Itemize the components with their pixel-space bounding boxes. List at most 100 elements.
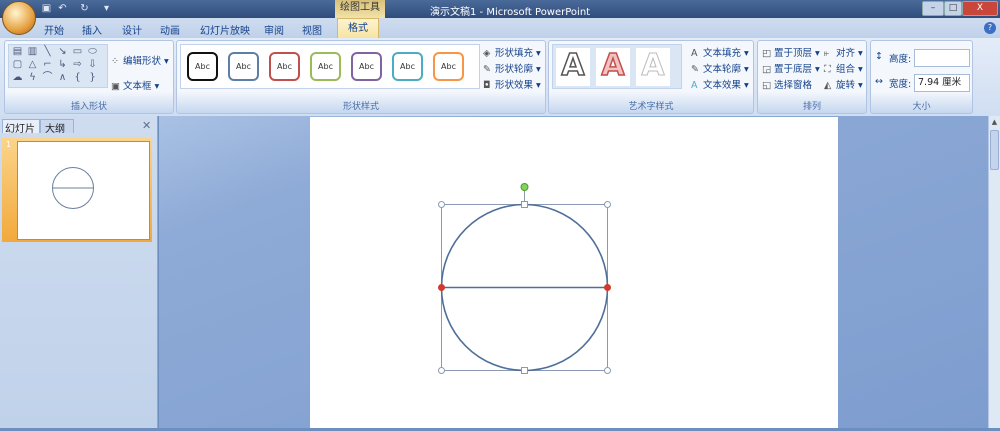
height-input[interactable] [914,49,970,67]
shape-style-7[interactable]: Abc [433,52,464,81]
resize-handle-sw[interactable] [438,367,445,374]
left-brace-icon[interactable]: { [72,73,83,83]
customize-toolbar-icon[interactable]: ▾ [100,3,113,15]
selected-circle-shape[interactable] [310,117,838,428]
shape-style-4[interactable]: Abc [310,52,341,81]
textbox-shape-icon[interactable]: ▤ [12,47,23,57]
text-fill-button[interactable]: A 文本填充 ▾ [691,45,749,59]
text-outline-button[interactable]: ✎ 文本轮廓 ▾ [691,61,749,75]
oval-icon[interactable]: ⬭ [87,47,98,57]
group-shape-styles: Abc Abc Abc Abc Abc Abc Abc ◈ 形状填充 ▾ ✎ 形状轮廓 ▾ ◘ 形… [176,40,546,114]
slide-canvas[interactable] [310,117,838,428]
tab-outline[interactable]: 大纲 [40,119,74,135]
shape-style-2[interactable]: Abc [228,52,259,81]
wordart-style-3[interactable]: A [636,48,670,86]
bring-front-label: 置于顶层 [774,48,813,59]
vertical-scrollbar[interactable]: ▲ [988,116,1000,428]
text-box-icon: ▣ [111,81,120,92]
edit-points-icon: ⁘ [111,56,119,67]
resize-handle-ne[interactable] [604,201,611,208]
lightning-icon[interactable]: ϟ [27,73,38,83]
shape-effects-label: 形状效果 [495,80,534,91]
shape-fill-label: 形状填充 [495,48,534,59]
wordart-gallery[interactable]: A A A [552,44,682,89]
shape-style-6[interactable]: Abc [392,52,423,81]
tab-animation[interactable]: 动画 [160,22,180,37]
resize-handle-nw[interactable] [438,201,445,208]
shape-outline-button[interactable]: ✎ 形状轮廓 ▾ [483,61,541,75]
vertical-textbox-icon[interactable]: ▥ [27,47,38,57]
line-icon[interactable]: ╲ [42,47,53,57]
tab-slideshow[interactable]: 幻灯片放映 [200,22,250,37]
wordart-style-2[interactable]: A [596,47,630,86]
group-label: 形状样式 [342,102,379,112]
bring-to-front-button[interactable]: ◰ 置于顶层 ▾ [762,45,820,59]
shape-fill-button[interactable]: ◈ 形状填充 ▾ [483,45,541,59]
tab-design[interactable]: 设计 [122,22,142,37]
rotation-handle[interactable] [520,183,529,191]
rectangle-icon[interactable]: ▭ [72,47,83,57]
close-button[interactable]: X [962,1,998,16]
rotate-button[interactable]: ◭ 旋转 ▾ [824,77,863,91]
slides-panel: 幻灯片 大纲 ✕ 1 [0,116,158,428]
tab-insert[interactable]: 插入 [82,22,102,37]
close-panel-icon[interactable]: ✕ [142,119,151,132]
rotate-label: 旋转 [836,80,856,91]
save-icon[interactable]: ▣ [40,3,53,15]
curve-icon[interactable]: ∧ [57,73,68,83]
group-button[interactable]: ⛶ 组合 ▾ [824,61,863,75]
wordart-style-1[interactable]: A [556,47,590,86]
rounded-rect-icon[interactable]: ▢ [12,60,23,70]
pen-icon: ✎ [483,64,491,75]
tab-format[interactable]: 格式 [337,18,379,38]
tab-review[interactable]: 审阅 [264,22,284,37]
shape-style-5[interactable]: Abc [351,52,382,81]
shape-styles-gallery[interactable]: Abc Abc Abc Abc Abc Abc Abc [180,44,480,89]
effects-icon: ◘ [483,80,491,91]
width-input[interactable]: 7.94 厘米 [914,74,970,92]
restore-button[interactable]: □ [944,1,962,16]
minimize-button[interactable]: – [922,1,944,16]
edit-shape-label: 编辑形状 [123,56,162,67]
bring-front-icon: ◰ [762,48,771,59]
group-size: ↕ 高度: ↔ 宽度: 7.94 厘米 大小 [870,40,973,114]
right-arrow-icon[interactable]: ⇨ [72,60,83,70]
cloud-icon[interactable]: ☁ [12,73,23,83]
tab-view[interactable]: 视图 [302,22,322,37]
help-icon[interactable]: ? [984,22,996,34]
shapes-gallery[interactable]: ▤ ▥ ╲ ↘ ▭ ⬭ ▢ △ ⌐ ↳ ⇨ ⇩ ☁ ϟ ⌒ ∧ {} [8,44,108,88]
slide-thumbnail-selected[interactable]: 1 [2,138,152,242]
right-brace-icon[interactable]: } [87,73,98,83]
tab-slides[interactable]: 幻灯片 [2,119,40,135]
resize-handle-se[interactable] [604,367,611,374]
edit-shape-button[interactable]: ⁘ 编辑形状 ▾ [111,53,169,67]
down-arrow-icon[interactable]: ⇩ [87,60,98,70]
office-button[interactable] [2,1,36,35]
elbow-arrow-icon[interactable]: ↳ [57,60,68,70]
line-endpoint-left[interactable] [438,284,445,291]
shape-effects-button[interactable]: ◘ 形状效果 ▾ [483,77,541,91]
resize-handle-n[interactable] [521,201,528,208]
undo-icon[interactable]: ↶ [56,3,69,15]
text-box-button[interactable]: ▣ 文本框 ▾ [111,78,159,92]
selection-pane-label: 选择窗格 [774,80,813,91]
scrollbar-thumb[interactable] [990,130,999,170]
redo-icon[interactable]: ↻ [78,3,91,15]
group-arrange: ◰ 置于顶层 ▾ ◲ 置于底层 ▾ ◱ 选择窗格 ⫦ 对齐 ▾ ⛶ 组合 ▾ ◭ 旋转 ▾ … [757,40,867,114]
line-endpoint-right[interactable] [604,284,611,291]
align-button[interactable]: ⫦ 对齐 ▾ [824,45,863,59]
elbow-connector-icon[interactable]: ⌐ [42,60,53,70]
tab-home[interactable]: 开始 [44,22,64,37]
shape-style-3[interactable]: Abc [269,52,300,81]
resize-handle-s[interactable] [521,367,528,374]
arc-icon[interactable]: ⌒ [42,73,53,83]
send-to-back-button[interactable]: ◲ 置于底层 ▾ [762,61,820,75]
height-icon: ↕ [875,51,883,62]
triangle-icon[interactable]: △ [27,60,38,70]
arrow-line-icon[interactable]: ↘ [57,47,68,57]
scroll-up-icon[interactable]: ▲ [990,118,999,128]
text-effects-button[interactable]: A 文本效果 ▾ [691,77,749,91]
selection-pane-button[interactable]: ◱ 选择窗格 [762,77,812,91]
shape-style-1[interactable]: Abc [187,52,218,81]
group-label: 大小 [912,102,931,112]
